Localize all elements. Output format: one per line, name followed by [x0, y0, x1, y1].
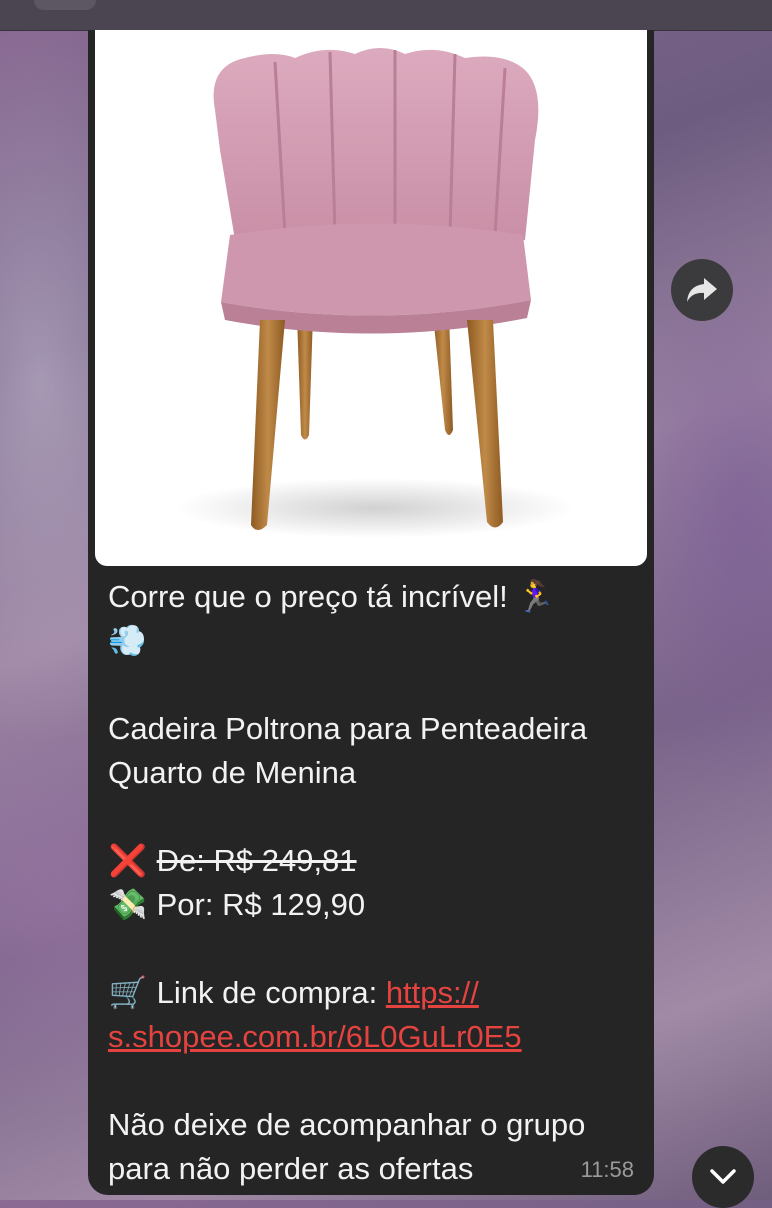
footer-line-1: Não deixe de acompanhar o grupo: [108, 1107, 586, 1142]
product-name-line-2: Quarto de Menina: [108, 755, 357, 790]
product-image[interactable]: [95, 30, 647, 566]
chair-illustration: [175, 48, 575, 538]
new-price: Por: R$ 129,90: [156, 887, 366, 922]
message-line-1: Corre que o preço tá incrível! 🏃‍♀️: [108, 579, 555, 614]
purchase-link-part-2[interactable]: s.shopee.com.br/6L0GuLr0E5: [108, 1019, 522, 1054]
cross-mark-icon: ❌: [108, 843, 148, 878]
top-bar: [0, 0, 772, 31]
money-wings-icon: 💸: [108, 887, 148, 922]
shopping-cart-icon: 🛒: [108, 975, 148, 1010]
link-label: Link de compra:: [156, 975, 378, 1010]
message-bubble[interactable]: Corre que o preço tá incrível! 🏃‍♀️ 💨 Ca…: [88, 30, 654, 1195]
forward-arrow-icon: [687, 278, 717, 302]
dash-emoji: 💨: [108, 623, 147, 658]
product-name-line-1: Cadeira Poltrona para Penteadeira: [108, 711, 588, 746]
chevron-down-icon: [710, 1169, 736, 1184]
scroll-down-button[interactable]: [692, 1146, 754, 1208]
purchase-link-part-1[interactable]: https://: [386, 975, 479, 1010]
link-row: 🛒 Link de compra: https://: [108, 971, 638, 1015]
message-timestamp: 11:58: [580, 1157, 634, 1182]
new-price-row: 💸 Por: R$ 129,90: [108, 883, 638, 927]
footer-line-2: para não perder as ofertas: [108, 1151, 474, 1186]
old-price: De: R$ 249,81: [156, 843, 357, 878]
old-price-row: ❌ De: R$ 249,81: [108, 839, 638, 883]
top-bar-chip[interactable]: [34, 0, 96, 10]
message-text: Corre que o preço tá incrível! 🏃‍♀️ 💨 Ca…: [108, 575, 638, 1191]
forward-button[interactable]: [671, 259, 733, 321]
